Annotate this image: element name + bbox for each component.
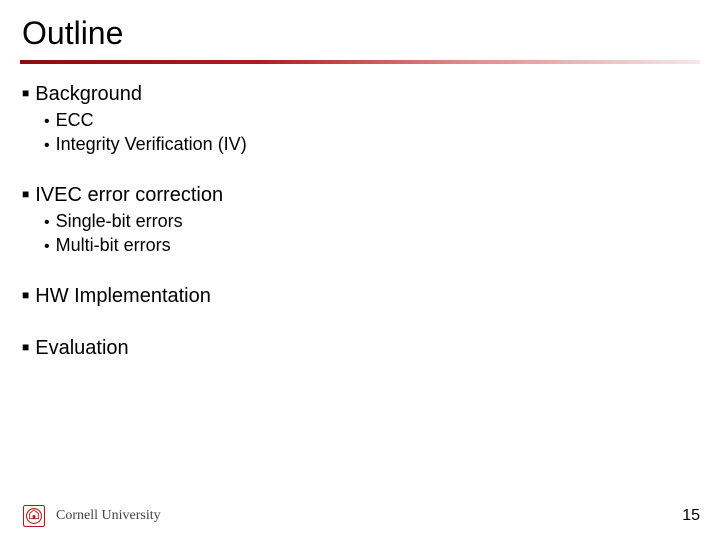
section-evaluation: ■ Evaluation [22, 336, 698, 360]
section-heading-row: ■ IVEC error correction [22, 183, 698, 207]
section-heading-row: ■ HW Implementation [22, 284, 698, 308]
square-bullet-icon: ■ [22, 288, 29, 302]
cornell-seal-icon [20, 502, 48, 530]
slide: Outline ■ Background • ECC • Integrity V… [0, 0, 720, 540]
list-item: • Integrity Verification (IV) [44, 134, 698, 156]
section-ivec: ■ IVEC error correction • Single-bit err… [22, 183, 698, 256]
content-area: ■ Background • ECC • Integrity Verificat… [0, 64, 720, 360]
university-name: Cornell University [56, 508, 161, 524]
list-item: • ECC [44, 110, 698, 132]
subitem-label: Integrity Verification (IV) [56, 134, 247, 156]
dot-bullet-icon: • [44, 213, 50, 232]
subitem-label: ECC [56, 110, 94, 132]
section-hw: ■ HW Implementation [22, 284, 698, 308]
subitem-label: Single-bit errors [56, 211, 183, 233]
subitem-label: Multi-bit errors [56, 235, 171, 257]
section-heading: Evaluation [35, 336, 128, 360]
subitems: • ECC • Integrity Verification (IV) [22, 110, 698, 155]
list-item: • Single-bit errors [44, 211, 698, 233]
slide-title: Outline [0, 0, 720, 60]
list-item: • Multi-bit errors [44, 235, 698, 257]
dot-bullet-icon: • [44, 237, 50, 256]
section-heading-row: ■ Evaluation [22, 336, 698, 360]
square-bullet-icon: ■ [22, 86, 29, 100]
square-bullet-icon: ■ [22, 187, 29, 201]
section-heading: Background [35, 82, 142, 106]
dot-bullet-icon: • [44, 136, 50, 155]
square-bullet-icon: ■ [22, 340, 29, 354]
footer: Cornell University 15 [20, 502, 700, 530]
section-heading: IVEC error correction [35, 183, 223, 207]
dot-bullet-icon: • [44, 112, 50, 131]
section-heading-row: ■ Background [22, 82, 698, 106]
section-heading: HW Implementation [35, 284, 211, 308]
page-number: 15 [682, 507, 700, 525]
section-background: ■ Background • ECC • Integrity Verificat… [22, 82, 698, 155]
footer-logo: Cornell University [20, 502, 161, 530]
subitems: • Single-bit errors • Multi-bit errors [22, 211, 698, 256]
